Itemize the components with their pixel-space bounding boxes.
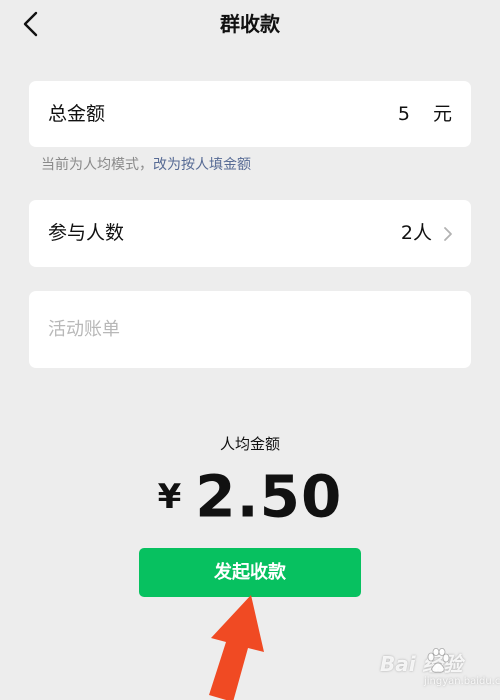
watermark: Bai 经验 jingyan.baidu.com: [380, 644, 500, 692]
memo-card: [29, 291, 471, 368]
amount-value: 2.50: [195, 462, 343, 531]
baidu-paw-icon: [427, 648, 450, 673]
switch-mode-link[interactable]: 改为按人填金额: [153, 157, 251, 173]
currency-symbol: ¥: [157, 476, 182, 517]
participants-label: 参与人数: [48, 222, 125, 244]
participants-value: 2人: [400, 222, 432, 244]
annotation-arrow-icon: [209, 595, 264, 700]
mode-hint-text: 当前为人均模式，: [41, 157, 153, 173]
page-title: 群收款: [220, 12, 280, 36]
total-amount-unit: 元: [432, 103, 452, 125]
watermark-brand: Bai 经验: [380, 652, 463, 676]
per-person-label: 人均金额: [219, 435, 280, 453]
chevron-right-icon: [443, 226, 453, 242]
total-amount-row[interactable]: 总金额 5 元: [29, 81, 471, 147]
mode-hint: 当前为人均模式，改为按人填金额: [41, 155, 251, 175]
nav-bar: 群收款: [0, 0, 500, 50]
memo-input[interactable]: [48, 311, 448, 347]
start-collection-button[interactable]: 发起收款: [139, 548, 361, 597]
participants-row[interactable]: 参与人数 2人: [29, 200, 471, 267]
watermark-url: jingyan.baidu.com: [424, 676, 500, 687]
total-amount-label: 总金额: [48, 103, 106, 125]
per-person-amount: ¥2.50: [0, 463, 500, 530]
total-amount-value[interactable]: 5: [398, 81, 410, 147]
